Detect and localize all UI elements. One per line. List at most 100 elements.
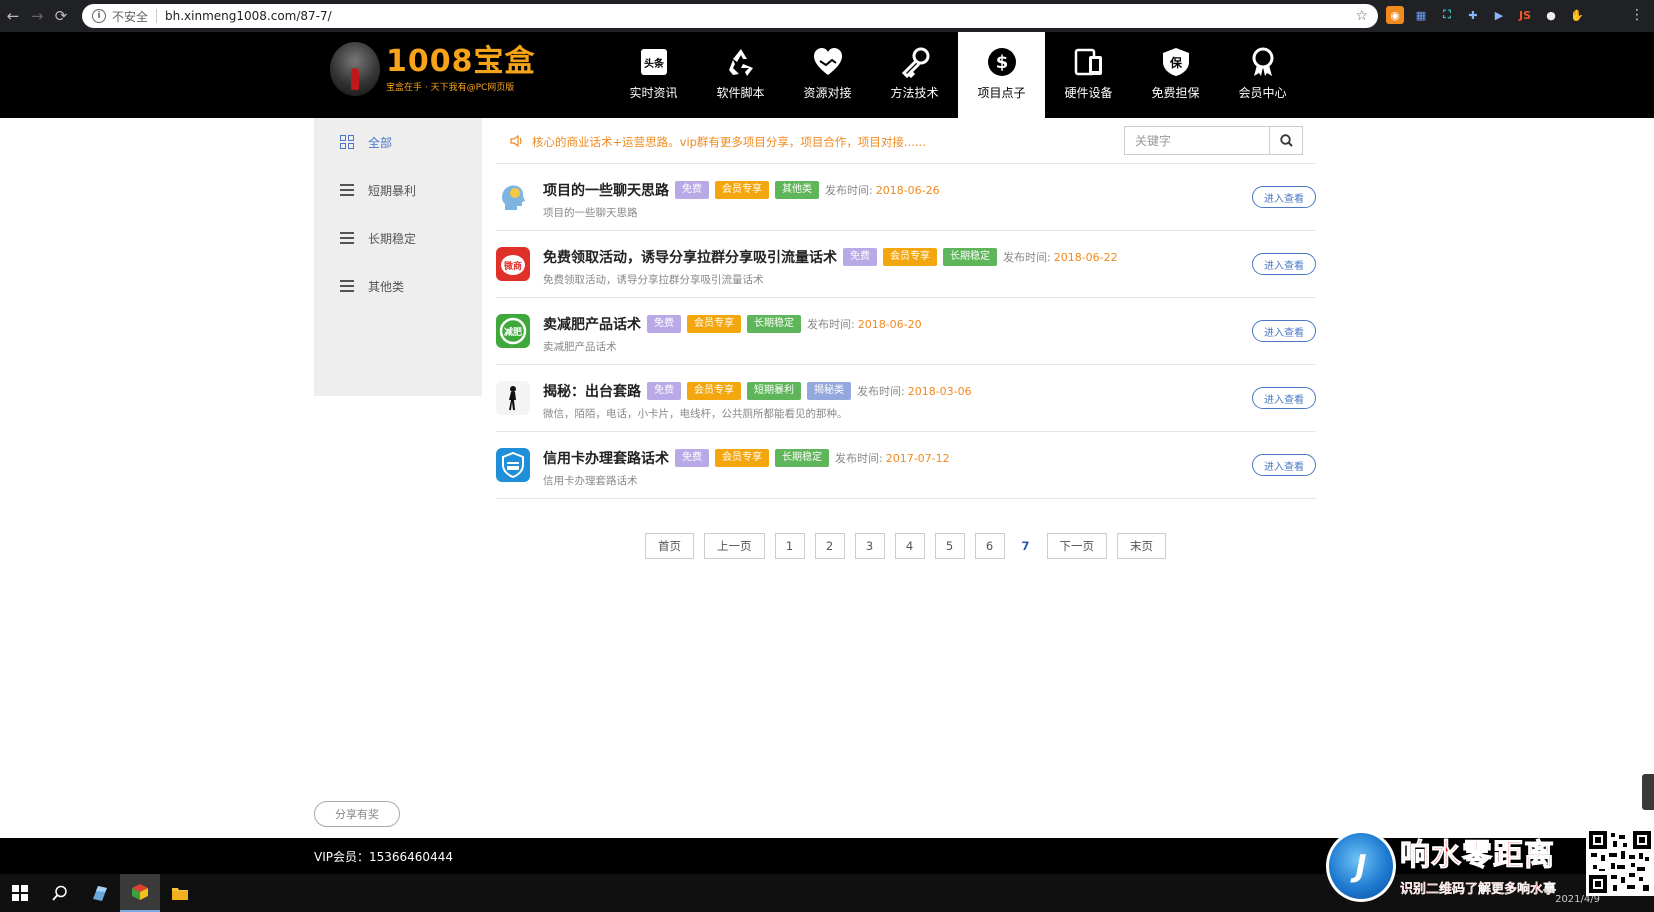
publish-label: 发布时间: bbox=[825, 184, 873, 197]
page-button-2[interactable]: 2 bbox=[814, 533, 845, 559]
forward-arrow-icon[interactable]: → bbox=[26, 5, 48, 27]
weibo-icon[interactable]: 微商 bbox=[496, 247, 530, 281]
nav-item-news[interactable]: 头条 实时资讯 bbox=[610, 32, 697, 118]
extension-icons: ◉ ▦ ⛶ ✚ ▶ JS ● ✋ bbox=[1386, 6, 1586, 24]
item-title[interactable]: 项目的一些聊天思路 bbox=[543, 180, 669, 200]
windows-start-icon[interactable] bbox=[0, 874, 40, 912]
thinking-head-icon[interactable] bbox=[496, 180, 530, 214]
browser-toolbar: ← → ⟳ i 不安全 bh.xinmeng1008.com/87-7/ ☆ ◉… bbox=[0, 0, 1654, 32]
notice-text: 核心的商业话术+运营思路。vip群有更多项目分享，项目合作，项目对接...... bbox=[532, 135, 926, 149]
shield-guarantee-icon: 保 bbox=[1160, 46, 1192, 78]
nav-label: 实时资讯 bbox=[629, 86, 678, 100]
reload-icon[interactable]: ⟳ bbox=[50, 5, 72, 27]
app-blue-icon[interactable] bbox=[80, 874, 120, 912]
nav-label: 会员中心 bbox=[1238, 86, 1287, 100]
tag-category: 长期稳定 bbox=[943, 248, 997, 266]
folder-icon[interactable] bbox=[160, 874, 200, 912]
sidebar-item-long-term[interactable]: 长期稳定 bbox=[314, 214, 482, 262]
first-page-button[interactable]: 首页 bbox=[645, 533, 694, 559]
item-title[interactable]: 揭秘：出台套路 bbox=[543, 381, 641, 401]
dollar-coin-icon: $ bbox=[986, 46, 1018, 78]
list-item: 减肥 卖减肥产品话术 免费 会员专享 长期稳定 发布时间: 2018-06-20… bbox=[496, 298, 1316, 365]
enter-view-button[interactable]: 进入查看 bbox=[1252, 186, 1316, 208]
search-input[interactable] bbox=[1124, 126, 1269, 155]
info-icon[interactable]: i bbox=[92, 9, 106, 23]
list-item: 信用卡办理套路话术 免费 会员专享 长期稳定 发布时间: 2017-07-12 … bbox=[496, 432, 1316, 499]
js-extension-icon[interactable]: JS bbox=[1516, 6, 1534, 24]
more-vertical-icon[interactable]: ⋮ bbox=[1630, 7, 1644, 23]
page-button-6[interactable]: 6 bbox=[974, 533, 1005, 559]
last-page-button[interactable]: 末页 bbox=[1117, 533, 1166, 559]
nav-item-software[interactable]: 软件脚本 bbox=[697, 32, 784, 118]
publish-label: 发布时间: bbox=[835, 452, 883, 465]
menu-icon bbox=[340, 231, 354, 245]
medal-icon bbox=[1247, 46, 1279, 78]
credit-card-shield-icon[interactable] bbox=[496, 448, 530, 482]
silhouette-icon[interactable] bbox=[496, 381, 530, 415]
nav-item-methods[interactable]: 方法技术 bbox=[871, 32, 958, 118]
search-icon[interactable] bbox=[40, 874, 80, 912]
app-cube-icon[interactable] bbox=[120, 874, 160, 912]
address-bar[interactable]: i 不安全 bh.xinmeng1008.com/87-7/ ☆ bbox=[82, 4, 1378, 28]
nav-item-hardware[interactable]: 硬件设备 bbox=[1045, 32, 1132, 118]
tag-category: 其他类 bbox=[775, 181, 819, 199]
qr-code-icon bbox=[1586, 828, 1654, 896]
side-panel-handle[interactable] bbox=[1642, 774, 1654, 810]
item-description: 项目的一些聊天思路 bbox=[543, 207, 638, 219]
puzzle-extension-icon[interactable]: ✚ bbox=[1464, 6, 1482, 24]
enter-view-button[interactable]: 进入查看 bbox=[1252, 387, 1316, 409]
sidebar-item-short-term[interactable]: 短期暴利 bbox=[314, 166, 482, 214]
site-logo[interactable]: 1008宝盒 宝盒在手 · 天下我有@PC网页版 bbox=[330, 42, 536, 96]
tag-free: 免费 bbox=[843, 248, 877, 266]
nav-item-projects[interactable]: $ 项目点子 bbox=[958, 32, 1045, 118]
speaker-icon bbox=[510, 134, 524, 150]
enter-view-button[interactable]: 进入查看 bbox=[1252, 454, 1316, 476]
enter-view-button[interactable]: 进入查看 bbox=[1252, 253, 1316, 275]
item-title[interactable]: 免费领取活动，诱导分享拉群分享吸引流量话术 bbox=[543, 247, 837, 267]
hand-extension-icon[interactable]: ✋ bbox=[1568, 6, 1586, 24]
nav-item-resources[interactable]: 资源对接 bbox=[784, 32, 871, 118]
diet-icon[interactable]: 减肥 bbox=[496, 314, 530, 348]
svg-text:减肥: 减肥 bbox=[504, 326, 522, 338]
capture-extension-icon[interactable]: ⛶ bbox=[1438, 6, 1456, 24]
share-reward-button[interactable]: 分享有奖 bbox=[314, 801, 400, 827]
sidebar-item-all[interactable]: 全部 bbox=[314, 118, 482, 166]
star-icon[interactable]: ☆ bbox=[1355, 8, 1368, 24]
page-button-4[interactable]: 4 bbox=[894, 533, 925, 559]
publish-label: 发布时间: bbox=[857, 385, 905, 398]
tag-free: 免费 bbox=[647, 382, 681, 400]
current-page: 7 bbox=[1014, 533, 1037, 559]
publish-date: 2018-06-20 bbox=[857, 317, 922, 331]
sidebar-item-other[interactable]: 其他类 bbox=[314, 262, 482, 310]
enter-view-button[interactable]: 进入查看 bbox=[1252, 320, 1316, 342]
nav-label: 方法技术 bbox=[890, 86, 939, 100]
camera-extension-icon[interactable]: ◉ bbox=[1386, 6, 1404, 24]
publish-date: 2017-07-12 bbox=[885, 451, 950, 465]
url-text[interactable]: bh.xinmeng1008.com/87-7/ bbox=[165, 9, 332, 23]
watermark-logo-icon: J bbox=[1326, 830, 1396, 902]
nav-item-guarantee[interactable]: 保 免费担保 bbox=[1132, 32, 1219, 118]
circle-extension-icon[interactable]: ● bbox=[1542, 6, 1560, 24]
next-page-button[interactable]: 下一页 bbox=[1046, 533, 1107, 559]
prev-page-button[interactable]: 上一页 bbox=[704, 533, 765, 559]
tag-category: 短期暴利 bbox=[747, 382, 801, 400]
grid-extension-icon[interactable]: ▦ bbox=[1412, 6, 1430, 24]
item-title[interactable]: 卖减肥产品话术 bbox=[543, 314, 641, 334]
main-nav: 头条 实时资讯 软件脚本 资源对接 方法技术 $ 项目点子 硬件设备 保 免费担… bbox=[610, 32, 1306, 118]
vip-contact: VIP会员：15366460444 bbox=[314, 850, 453, 864]
nav-item-member[interactable]: 会员中心 bbox=[1219, 32, 1306, 118]
video-extension-icon[interactable]: ▶ bbox=[1490, 6, 1508, 24]
page-button-3[interactable]: 3 bbox=[854, 533, 885, 559]
search-button[interactable] bbox=[1269, 126, 1303, 155]
logo-title: 1008宝盒 bbox=[386, 43, 536, 79]
page-button-5[interactable]: 5 bbox=[934, 533, 965, 559]
page-button-1[interactable]: 1 bbox=[774, 533, 805, 559]
tag-free: 免费 bbox=[675, 449, 709, 467]
item-title[interactable]: 信用卡办理套路话术 bbox=[543, 448, 669, 468]
tag-category: 长期稳定 bbox=[747, 315, 801, 333]
svg-text:保: 保 bbox=[1168, 55, 1182, 70]
nav-label: 资源对接 bbox=[803, 86, 852, 100]
menu-icon bbox=[340, 279, 354, 293]
back-arrow-icon[interactable]: ← bbox=[2, 5, 24, 27]
svg-text:头条: 头条 bbox=[644, 57, 665, 70]
